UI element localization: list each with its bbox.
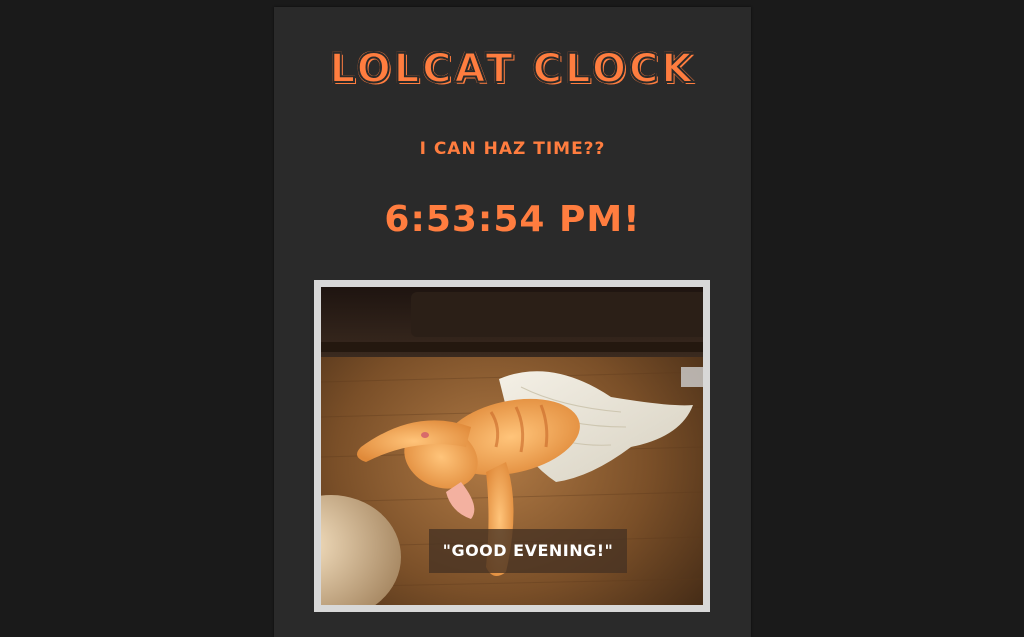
time-display: 6:53:54 PM! (384, 199, 641, 240)
image-caption: "GOOD EVENING!" (429, 529, 627, 573)
app-title: LOLCAT CLOCK (329, 45, 696, 93)
lolcat-image-frame: "GOOD EVENING!" (314, 280, 710, 612)
app-subtitle: I CAN HAZ TIME?? (419, 139, 606, 159)
clock-panel: LOLCAT CLOCK I CAN HAZ TIME?? 6:53:54 PM… (274, 7, 751, 637)
lolcat-image: "GOOD EVENING!" (321, 287, 703, 605)
